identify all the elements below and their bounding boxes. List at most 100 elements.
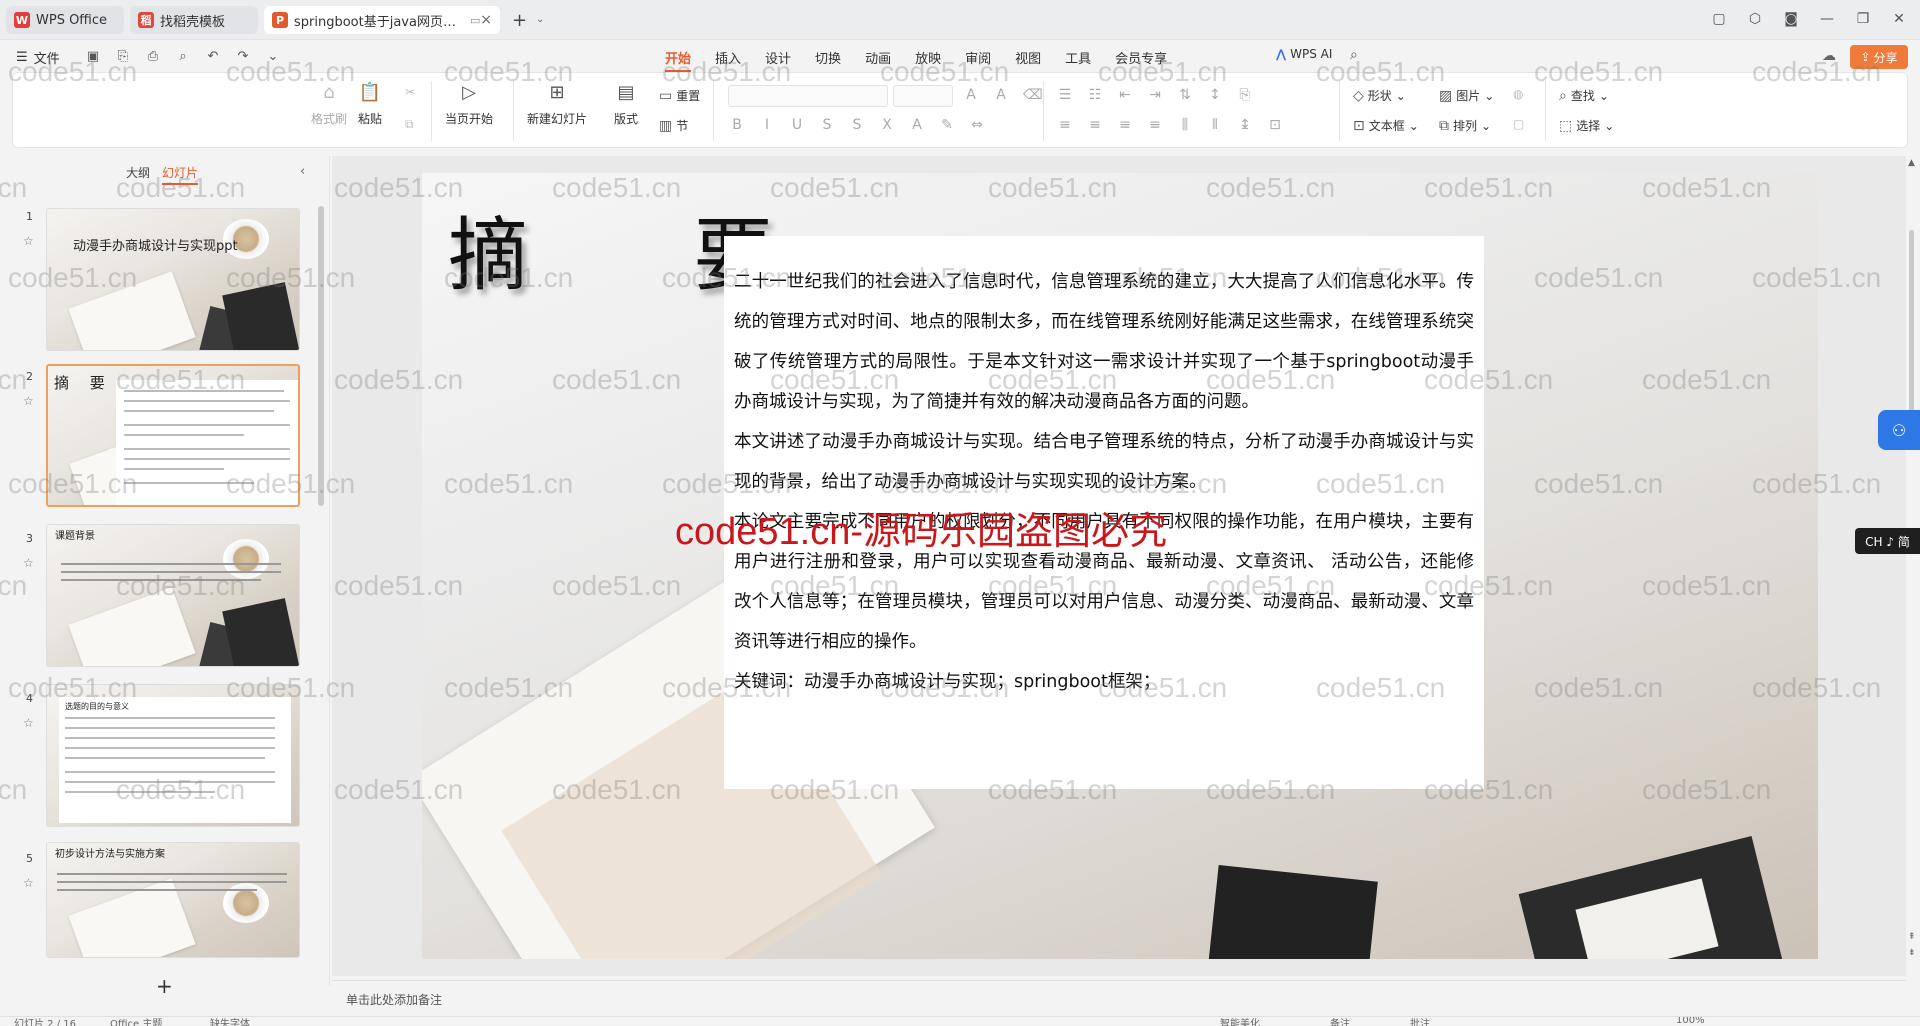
new-tab-button[interactable]: + xyxy=(512,10,527,31)
undo-icon[interactable]: ↶ xyxy=(204,47,222,65)
paragraph-spacing-icon[interactable]: ↨ xyxy=(1237,117,1253,133)
numbered-list-icon[interactable]: ☷ xyxy=(1087,87,1103,103)
slide-thumbnail-5[interactable]: 初步设计方法与实施方案 xyxy=(46,842,300,958)
slide-thumbnail-4[interactable]: 选题的目的与意义 xyxy=(46,684,300,827)
zoom-level[interactable]: 100% xyxy=(1676,1017,1705,1026)
bold-icon[interactable]: B xyxy=(729,117,745,133)
current-slide[interactable]: 摘 要 二十一世纪我们的社会进入了信息时代，信息管理系统的建立，大大提高了人们信… xyxy=(422,173,1818,959)
prev-page-icon[interactable]: ⇞ xyxy=(1908,932,1916,942)
star-icon[interactable]: ☆ xyxy=(23,556,34,570)
outline-icon[interactable]: ▢ xyxy=(1513,117,1524,131)
tab-home[interactable]: 开始 xyxy=(665,48,692,72)
star-icon[interactable]: ☆ xyxy=(23,234,34,248)
ime-indicator[interactable]: CH ♪ 简 xyxy=(1855,528,1920,554)
cube-icon[interactable]: ⬡ xyxy=(1744,8,1766,30)
char-spacing-icon[interactable]: ⇔ xyxy=(969,117,985,133)
export-icon[interactable]: ⎘ xyxy=(114,47,132,65)
clear-format-icon[interactable]: ⌫ xyxy=(1023,87,1043,103)
share-button[interactable]: ⇪ 分享 xyxy=(1850,45,1908,69)
save-icon[interactable]: ▣ xyxy=(84,47,102,65)
justify-icon[interactable]: ≡ xyxy=(1147,117,1163,133)
shadow-icon[interactable]: S xyxy=(849,117,865,133)
tab-active-presentation[interactable]: P springboot基于java网页的动漫手办商城 ▭ × xyxy=(264,6,500,34)
font-family-select[interactable] xyxy=(728,85,888,107)
format-painter-button[interactable]: ⌂ 格式刷 xyxy=(311,79,347,127)
copy-icon[interactable]: ⧉ xyxy=(405,117,414,132)
panel-scrollbar[interactable] xyxy=(318,206,324,506)
print-preview-icon[interactable]: ⌕ xyxy=(174,47,192,65)
monitor-icon[interactable]: ▭ xyxy=(470,14,480,27)
notes-pane[interactable]: 单击此处添加备注 xyxy=(332,980,1906,1016)
convert-icon[interactable]: ⎘ xyxy=(1237,87,1253,103)
tab-insert[interactable]: 插入 xyxy=(715,48,741,72)
close-tab-icon[interactable]: × xyxy=(480,12,492,28)
star-icon[interactable]: ☆ xyxy=(23,394,34,408)
tab-slideshow[interactable]: 放映 xyxy=(915,48,941,72)
reset-button[interactable]: ▭ 重置 xyxy=(659,87,700,104)
scroll-up-icon[interactable]: ▲ xyxy=(1908,158,1915,168)
slide-thumbnail-1[interactable]: 动漫手办商城设计与实现ppt xyxy=(46,208,300,351)
outdent-icon[interactable]: ⇤ xyxy=(1117,87,1133,103)
textbox-button[interactable]: ⊡ 文本框 ⌄ xyxy=(1353,117,1419,134)
star-icon[interactable]: ☆ xyxy=(23,876,34,890)
restore-icon[interactable]: ❐ xyxy=(1852,8,1874,30)
add-slide-button[interactable]: + xyxy=(156,974,173,998)
chevron-down-icon[interactable]: ⌄ xyxy=(536,14,544,25)
tab-animation[interactable]: 动画 xyxy=(865,48,891,72)
avatar[interactable]: ◙ xyxy=(1780,8,1802,30)
bullet-list-icon[interactable]: ☰ xyxy=(1057,87,1073,103)
tab-transition[interactable]: 切换 xyxy=(815,48,841,72)
italic-icon[interactable]: I xyxy=(759,117,775,133)
tab-tools[interactable]: 工具 xyxy=(1065,48,1091,72)
line-spacing-icon[interactable]: ↕ xyxy=(1207,87,1223,103)
slide-thumbnail-3[interactable]: 课题背景 xyxy=(46,524,300,667)
canvas-scrollbar[interactable]: ▲ ⇞ ⇟ xyxy=(1904,156,1920,976)
assistant-float-button[interactable]: ⚇ xyxy=(1878,410,1920,450)
increase-font-icon[interactable]: A xyxy=(963,87,979,103)
fill-icon[interactable]: ◍ xyxy=(1513,87,1523,101)
file-menu[interactable]: ☰ 文件 xyxy=(16,48,60,67)
comments-toggle[interactable]: 批注 xyxy=(1410,1017,1430,1026)
new-slide-button[interactable]: ⊞ 新建幻灯片 xyxy=(527,79,587,127)
tab-member[interactable]: 会员专享 xyxy=(1115,48,1167,72)
strikethrough-icon[interactable]: S xyxy=(819,117,835,133)
align-right-icon[interactable]: ≡ xyxy=(1117,117,1133,133)
tab-outline[interactable]: 大纲 xyxy=(126,164,150,185)
superscript-icon[interactable]: X xyxy=(879,117,895,133)
slide-thumbnail-2[interactable]: 摘 要 xyxy=(46,364,300,507)
redo-icon[interactable]: ↷ xyxy=(234,47,252,65)
play-from-current-button[interactable]: ▷ 当页开始 xyxy=(445,79,493,127)
arrange-button[interactable]: ⧉ 排列 ⌄ xyxy=(1439,117,1491,134)
columns-icon[interactable]: ⫴ xyxy=(1207,117,1223,133)
star-icon[interactable]: ☆ xyxy=(23,716,34,730)
search-icon[interactable]: ⌕ xyxy=(1350,47,1358,63)
decrease-font-icon[interactable]: A xyxy=(993,87,1009,103)
layout-icon[interactable]: ▢ xyxy=(1708,8,1730,30)
font-size-select[interactable] xyxy=(893,85,953,107)
underline-icon[interactable]: U xyxy=(789,117,805,133)
text-align-icon[interactable]: ⊡ xyxy=(1267,117,1283,133)
tab-slides[interactable]: 幻灯片 xyxy=(162,164,199,185)
shape-button[interactable]: ◇ 形状 ⌄ xyxy=(1353,87,1406,104)
close-window-icon[interactable]: ✕ xyxy=(1888,8,1910,30)
highlight-icon[interactable]: ✎ xyxy=(939,117,955,133)
layout-button[interactable]: ▤ 版式 xyxy=(613,79,639,127)
indent-icon[interactable]: ⇥ xyxy=(1147,87,1163,103)
picture-button[interactable]: ▨ 图片 ⌄ xyxy=(1439,87,1494,104)
cut-icon[interactable]: ✂ xyxy=(405,85,415,99)
text-direction-icon[interactable]: ⇅ xyxy=(1177,87,1193,103)
align-left-icon[interactable]: ≡ xyxy=(1057,117,1073,133)
collapse-panel-icon[interactable]: ‹ xyxy=(300,164,305,179)
section-button[interactable]: ▥ 节 xyxy=(659,117,688,134)
tab-review[interactable]: 审阅 xyxy=(965,48,991,72)
print-icon[interactable]: ⎙ xyxy=(144,47,162,65)
cloud-upload-icon[interactable]: ☁ xyxy=(1822,48,1836,64)
font-color-icon[interactable]: A xyxy=(909,117,925,133)
minimize-icon[interactable]: — xyxy=(1816,8,1838,30)
paste-button[interactable]: 📋 粘贴 xyxy=(357,79,383,127)
more-icon[interactable]: ⌄ xyxy=(264,47,282,65)
tab-wps-office[interactable]: W WPS Office xyxy=(6,6,124,34)
tab-view[interactable]: 视图 xyxy=(1015,48,1041,72)
tab-template-store[interactable]: 稻 找稻壳模板 xyxy=(130,6,258,34)
missing-font[interactable]: 缺失字体 xyxy=(210,1017,250,1026)
